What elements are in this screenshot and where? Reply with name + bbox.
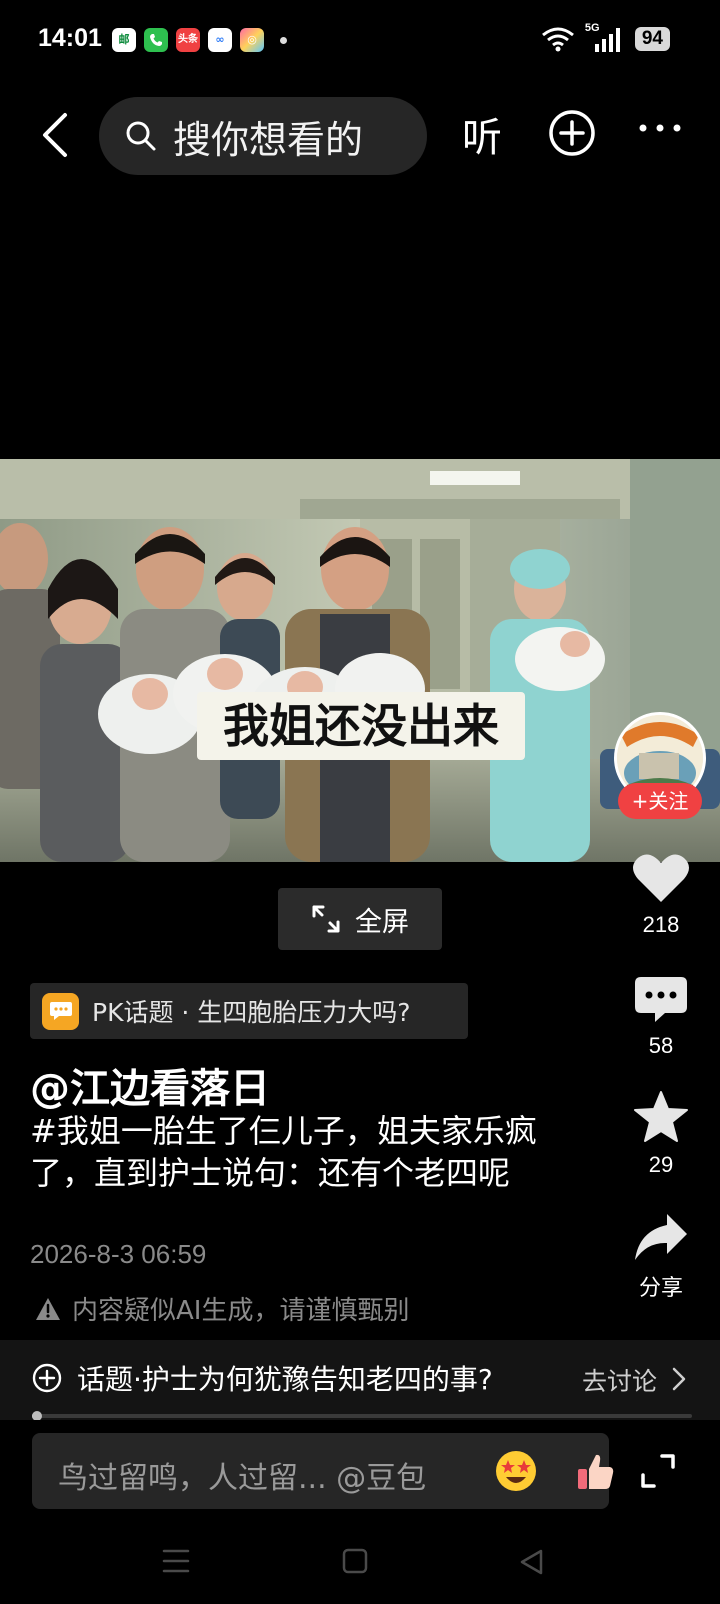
topic-discussion-bar[interactable]: 话题·护士为何犹豫告知老四的事? 去讨论 (0, 1340, 720, 1420)
star-icon (634, 1091, 688, 1142)
system-nav-bar (0, 1522, 720, 1604)
notification-icons: 邮 头条 ∞ ◎ (112, 28, 287, 52)
share-action[interactable]: 分享 (620, 1212, 702, 1302)
signal-icon: 5G (585, 22, 625, 52)
author-name[interactable]: @江边看落日 (30, 1056, 270, 1114)
top-bar: 搜你想看的 听 (0, 95, 720, 175)
post-app-icon: 邮 (112, 28, 136, 52)
more-notifications-dot (280, 36, 287, 44)
share-label: 分享 (638, 1275, 683, 1300)
system-status: 5G 94 (541, 22, 670, 52)
video-caption: 我姐还没出来 (197, 692, 525, 760)
ai-warning-text: 内容疑似AI生成，请谨慎甄别 (72, 1296, 410, 1326)
fullscreen-button[interactable]: 全屏 (278, 888, 442, 950)
status-time: 14:01 (38, 24, 102, 52)
fullscreen-label: 全屏 (355, 906, 409, 938)
video-player[interactable]: 我姐还没出来 (0, 459, 720, 862)
chevron-right-icon (672, 1367, 686, 1391)
more-dots-icon (639, 124, 681, 132)
pk-chat-icon (42, 992, 79, 1030)
pk-topic-tag[interactable]: PK话题 · 生四胞胎压力大吗? (30, 983, 468, 1039)
search-input[interactable]: 搜你想看的 (99, 97, 427, 175)
search-placeholder: 搜你想看的 (173, 117, 364, 162)
cloud-app-icon: ∞ (208, 28, 232, 52)
gallery-app-icon: ◎ (240, 28, 264, 52)
comment-action[interactable]: 58 (620, 975, 702, 1059)
expand-button[interactable] (640, 1453, 676, 1493)
expand-arrows-icon (312, 905, 340, 933)
go-discuss-link[interactable]: 去讨论 (582, 1362, 657, 1398)
like-count: 218 (642, 912, 680, 937)
publish-timestamp: 2026-8-3 06:59 (30, 1239, 207, 1269)
favorite-count: 29 (648, 1152, 674, 1177)
like-action[interactable]: 218 (620, 852, 702, 938)
search-icon (126, 121, 156, 151)
toutiao-app-icon: 头条 (176, 28, 200, 52)
comment-bar: 鸟过留鸣，人过留... @豆包 (0, 1420, 720, 1522)
follow-button[interactable]: +关注 (618, 783, 702, 819)
video-progress-bar[interactable] (32, 1411, 692, 1421)
comment-placeholder: 鸟过留鸣，人过留... @豆包 (58, 1461, 427, 1496)
battery-level: 94 (634, 27, 670, 51)
video-frame (0, 459, 720, 862)
expand-corners-icon (641, 1454, 675, 1488)
ai-warning: 内容疑似AI生成，请谨慎甄别 (34, 1290, 409, 1327)
back-button[interactable] (30, 105, 80, 165)
add-button[interactable] (548, 109, 596, 161)
plus-circle-icon (549, 110, 595, 156)
thumbs-up-emoji-icon[interactable] (574, 1449, 618, 1493)
back-arrow-icon (43, 113, 67, 157)
phone-app-icon (144, 28, 168, 52)
home-nav-icon[interactable] (342, 1548, 368, 1574)
comment-input[interactable]: 鸟过留鸣，人过留... @豆包 (32, 1433, 614, 1509)
network-type: 5G (584, 22, 600, 34)
wifi-icon (541, 27, 574, 52)
favorite-action[interactable]: 29 (620, 1090, 702, 1178)
back-nav-icon[interactable] (518, 1548, 544, 1576)
status-bar: 14:01 邮 头条 ∞ ◎ 5G 94 (0, 0, 720, 80)
star-eyes-emoji-icon[interactable] (494, 1449, 538, 1493)
comment-count: 58 (648, 1033, 674, 1058)
pk-topic-text: PK话题 · 生四胞胎压力大吗? (92, 998, 411, 1027)
comment-bubble-icon (635, 977, 687, 1022)
menu-nav-icon[interactable] (162, 1548, 190, 1574)
heart-icon (633, 854, 689, 902)
listen-button[interactable]: 听 (462, 105, 502, 163)
plus-circle-icon (32, 1363, 62, 1393)
video-description: #我姐一胎生了仨儿子，姐夫家乐疯了，直到护士说句：还有个老四呢 (30, 1112, 537, 1192)
warning-icon (36, 1297, 60, 1320)
more-button[interactable] (638, 119, 682, 138)
share-arrow-icon (635, 1214, 687, 1260)
topic-text: 话题·护士为何犹豫告知老四的事? (77, 1363, 493, 1396)
